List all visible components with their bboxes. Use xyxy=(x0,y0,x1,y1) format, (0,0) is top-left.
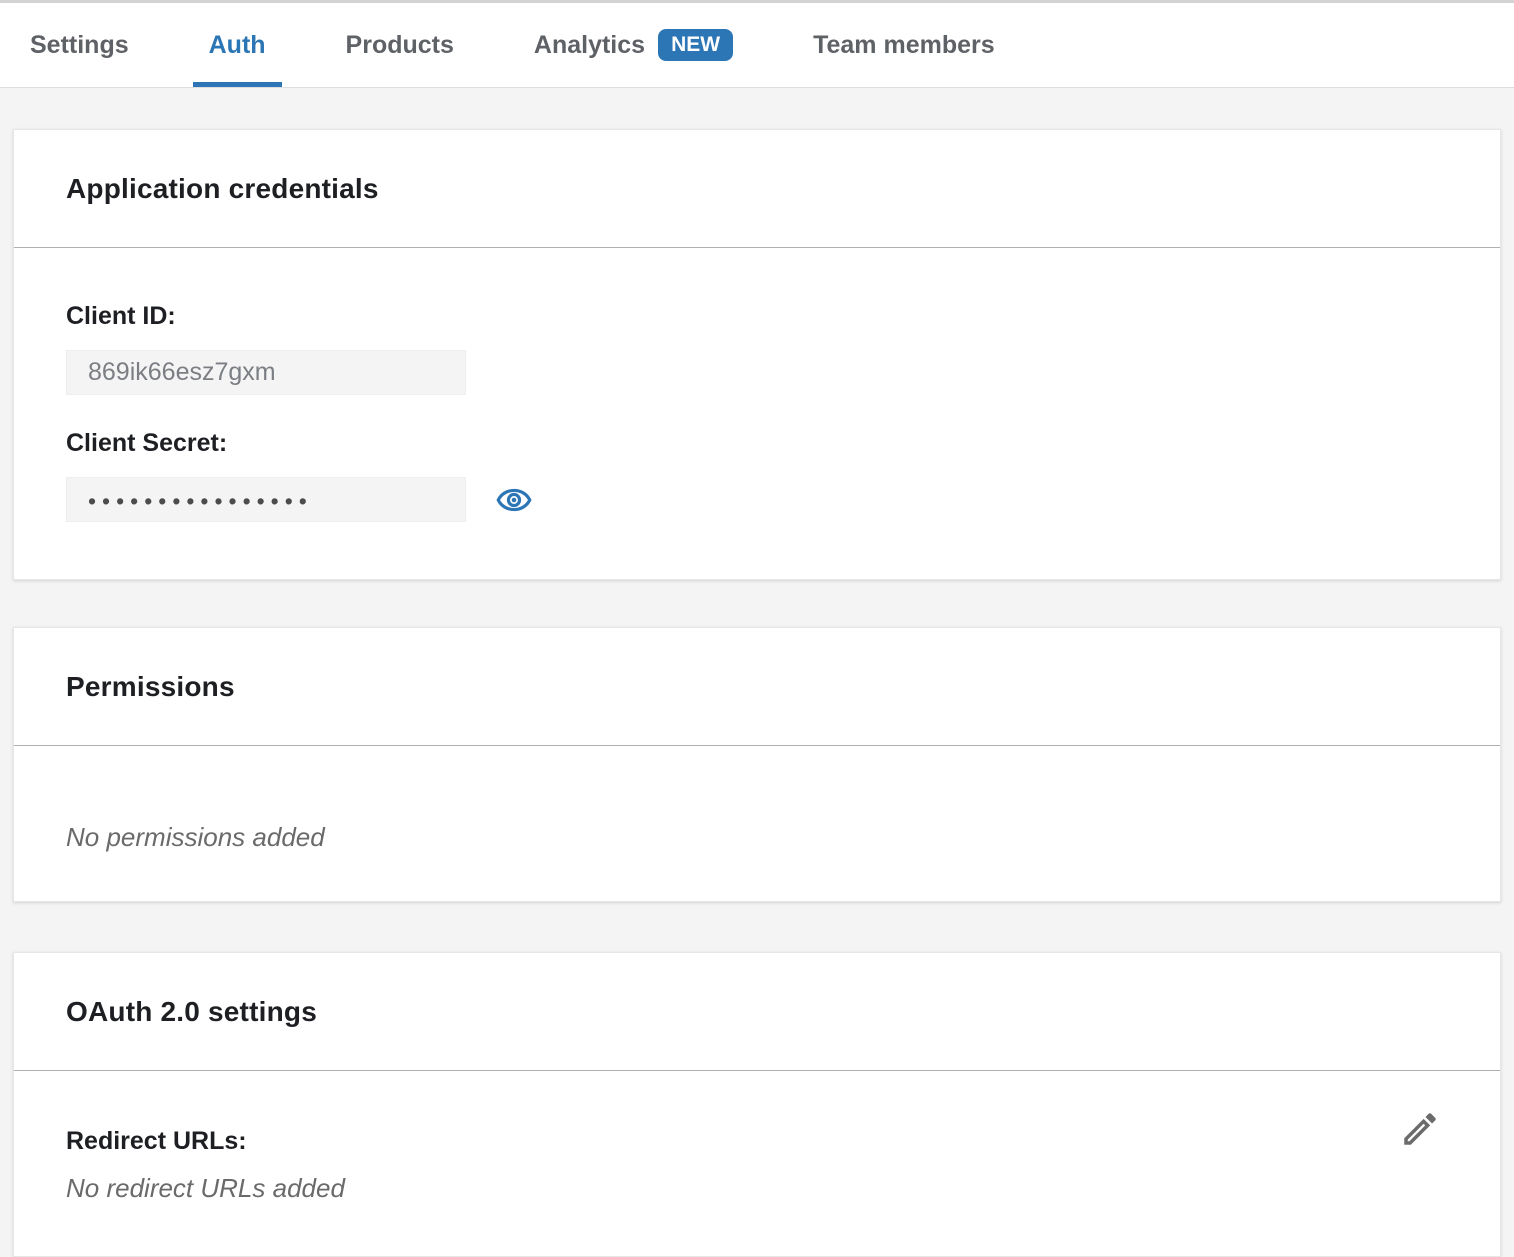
application-credentials-card: Application credentials Client ID: 869ik… xyxy=(13,129,1501,580)
client-secret-masked-value: •••••••••••••••• xyxy=(88,487,313,513)
tab-products-label: Products xyxy=(346,31,454,60)
tab-team-members-label: Team members xyxy=(813,31,995,60)
pencil-icon xyxy=(1399,1108,1441,1150)
permissions-body: No permissions added xyxy=(14,746,1500,901)
reveal-secret-button[interactable] xyxy=(496,482,532,518)
tab-bar: Settings Auth Products Analytics NEW Tea… xyxy=(0,0,1514,88)
oauth-settings-title: OAuth 2.0 settings xyxy=(66,996,317,1028)
client-id-value: 869ik66esz7gxm xyxy=(88,358,276,387)
permissions-title: Permissions xyxy=(66,671,235,703)
page-content: Application credentials Client ID: 869ik… xyxy=(0,129,1514,1257)
tab-settings[interactable]: Settings xyxy=(30,3,129,87)
tab-analytics-label: Analytics xyxy=(534,31,645,60)
permissions-card: Permissions No permissions added xyxy=(13,627,1501,902)
tab-team-members[interactable]: Team members xyxy=(813,3,995,87)
oauth-settings-body: Redirect URLs: No redirect URLs added xyxy=(14,1071,1500,1256)
client-id-label: Client ID: xyxy=(66,302,1448,331)
application-credentials-body: Client ID: 869ik66esz7gxm Client Secret:… xyxy=(14,248,1500,579)
permissions-empty-message: No permissions added xyxy=(66,822,1448,853)
oauth-settings-header: OAuth 2.0 settings xyxy=(14,953,1500,1071)
redirect-urls-empty-message: No redirect URLs added xyxy=(66,1173,1448,1204)
client-secret-label: Client Secret: xyxy=(66,429,1448,458)
tab-analytics[interactable]: Analytics NEW xyxy=(534,3,733,87)
new-badge: NEW xyxy=(658,29,733,61)
permissions-header: Permissions xyxy=(14,628,1500,746)
edit-redirect-urls-button[interactable] xyxy=(1398,1107,1442,1151)
application-credentials-header: Application credentials xyxy=(14,130,1500,248)
tab-settings-label: Settings xyxy=(30,31,129,60)
client-secret-field[interactable]: •••••••••••••••• xyxy=(66,477,466,522)
client-secret-row: •••••••••••••••• xyxy=(66,477,1448,522)
oauth-settings-card: OAuth 2.0 settings Redirect URLs: No red… xyxy=(13,952,1501,1257)
tab-auth[interactable]: Auth xyxy=(209,3,266,87)
eye-icon xyxy=(496,482,532,518)
tab-products[interactable]: Products xyxy=(346,3,454,87)
tab-auth-label: Auth xyxy=(209,31,266,60)
client-id-field[interactable]: 869ik66esz7gxm xyxy=(66,350,466,395)
redirect-urls-label: Redirect URLs: xyxy=(66,1127,1448,1156)
application-credentials-title: Application credentials xyxy=(66,173,379,205)
